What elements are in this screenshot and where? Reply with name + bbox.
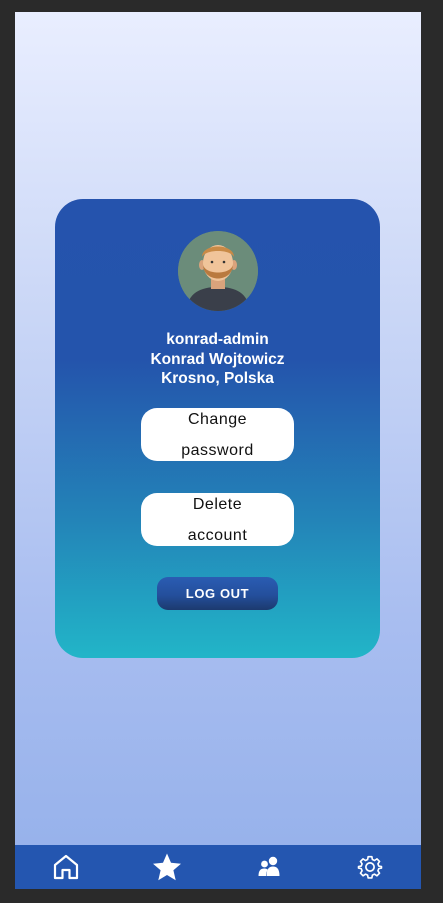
delete-account-label: Delete account bbox=[187, 495, 248, 544]
home-icon bbox=[53, 854, 79, 880]
delete-account-button[interactable]: Delete account bbox=[141, 493, 294, 546]
nav-home[interactable] bbox=[36, 845, 96, 889]
username: konrad-admin bbox=[166, 331, 269, 348]
location: Krosno, Polska bbox=[161, 370, 274, 387]
logout-label: LOG OUT bbox=[185, 586, 250, 601]
full-name: Konrad Wojtowicz bbox=[150, 350, 285, 368]
avatar-image bbox=[178, 231, 258, 311]
nav-favorites[interactable] bbox=[137, 845, 197, 889]
logout-button[interactable]: LOG OUT bbox=[157, 577, 278, 610]
star-icon bbox=[153, 853, 181, 881]
change-password-label: Change password bbox=[181, 410, 254, 459]
bottom-navbar bbox=[15, 845, 421, 889]
people-icon bbox=[258, 856, 280, 876]
profile-card: konrad-admin Konrad Wojtowicz Krosno, Po… bbox=[55, 199, 380, 658]
change-password-button[interactable]: Change password bbox=[141, 408, 294, 461]
gear-icon bbox=[357, 855, 383, 879]
nav-settings[interactable] bbox=[340, 845, 400, 889]
user-info: konrad-admin Konrad Wojtowicz Krosno, Po… bbox=[55, 330, 380, 389]
avatar bbox=[178, 231, 258, 311]
nav-people[interactable] bbox=[239, 845, 299, 889]
app-screen: konrad-admin Konrad Wojtowicz Krosno, Po… bbox=[15, 12, 421, 889]
